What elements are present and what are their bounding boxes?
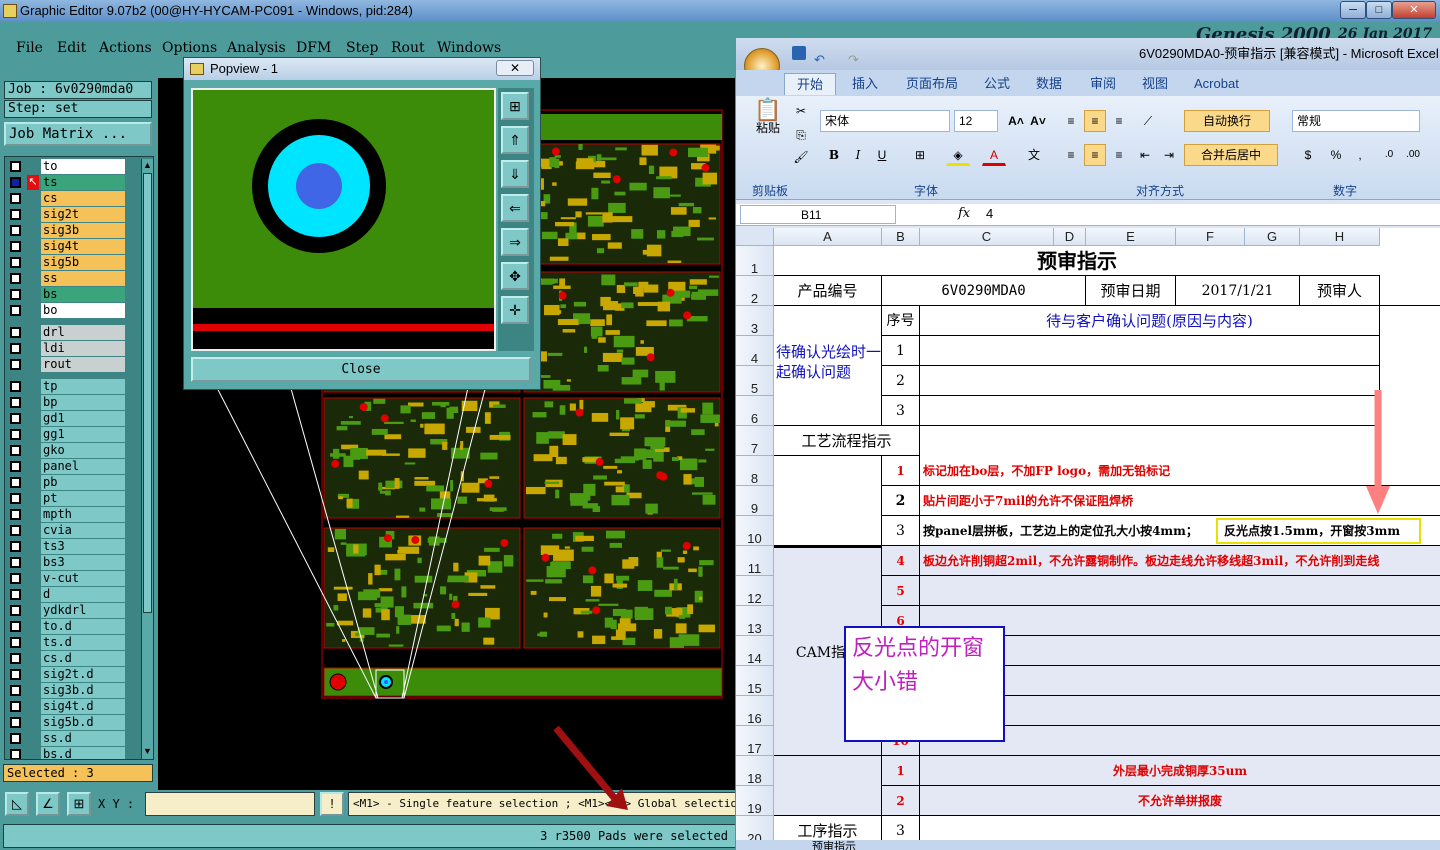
pink-arrow-icon xyxy=(1366,486,1390,514)
annotation-arrows xyxy=(553,390,1390,810)
